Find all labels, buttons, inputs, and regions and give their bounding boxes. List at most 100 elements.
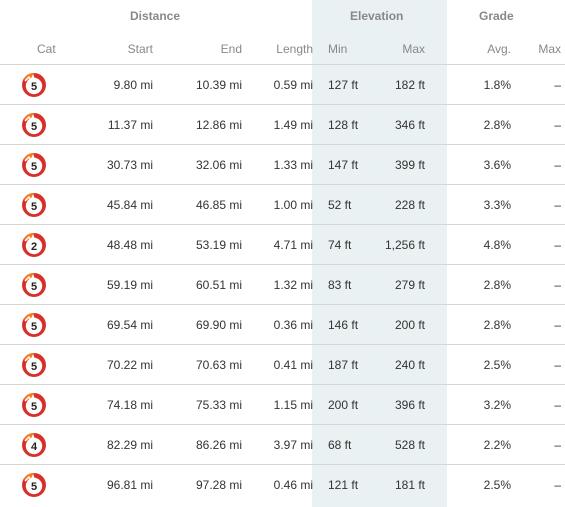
- grade-max-cell: –: [554, 77, 561, 92]
- elev-min-cell: 200 ft: [328, 397, 359, 412]
- table-body: 5 9.80 mi 10.39 mi 0.59 mi 127 ft 182 ft 1.8% –…: [0, 64, 565, 504]
- elev-min-cell: 121 ft: [328, 477, 359, 492]
- table-row[interactable]: 4 82.29 mi 86.26 mi 3.97 mi 68 ft 528 ft 2.2% –: [0, 424, 565, 464]
- elev-min-cell: 74 ft: [328, 237, 352, 252]
- length-cell: 3.97 mi: [273, 437, 313, 452]
- table-row[interactable]: 5 96.81 mi 97.28 mi 0.46 mi 121 ft 181 ft 2.5%…: [0, 464, 565, 504]
- end-cell: 32.06 mi: [195, 157, 242, 172]
- start-cell: 82.29 mi: [106, 437, 153, 452]
- climb-category-badge-icon: 5: [22, 472, 46, 497]
- table-row[interactable]: 5 9.80 mi 10.39 mi 0.59 mi 127 ft 182 ft 1.8% –: [0, 64, 565, 104]
- column-header-row: Cat Start End Length Min Max Avg. Max: [0, 33, 565, 64]
- length-cell: 1.49 mi: [273, 117, 313, 132]
- grade-avg-cell: 2.8%: [483, 317, 511, 332]
- start-cell: 59.19 mi: [106, 277, 153, 292]
- start-cell: 30.73 mi: [106, 157, 153, 172]
- elev-max-cell: 346 ft: [394, 117, 425, 132]
- col-start[interactable]: Start: [68, 42, 153, 56]
- table-row[interactable]: 5 30.73 mi 32.06 mi 1.33 mi 147 ft 399 ft 3.6%…: [0, 144, 565, 184]
- grade-avg-cell: 2.5%: [483, 357, 511, 372]
- grade-max-cell: –: [554, 117, 561, 132]
- climbs-table: Distance Elevation Grade Cat Start End L…: [0, 0, 565, 507]
- elev-min-cell: 68 ft: [328, 437, 352, 452]
- table-row[interactable]: 5 69.54 mi 69.90 mi 0.36 mi 146 ft 200 ft 2.8%…: [0, 304, 565, 344]
- col-end[interactable]: End: [153, 42, 242, 56]
- col-length[interactable]: Length: [242, 42, 313, 56]
- category-cell: 2: [0, 232, 68, 258]
- elev-min-cell: 147 ft: [328, 157, 359, 172]
- length-cell: 1.33 mi: [273, 157, 313, 172]
- length-cell: 1.00 mi: [273, 197, 313, 212]
- grade-max-cell: –: [554, 317, 561, 332]
- elev-max-cell: 228 ft: [394, 197, 425, 212]
- category-label: 5: [31, 161, 37, 173]
- length-cell: 0.46 mi: [273, 477, 313, 492]
- category-cell: 4: [0, 432, 68, 458]
- end-cell: 60.51 mi: [195, 277, 242, 292]
- grade-max-cell: –: [554, 477, 561, 492]
- climb-category-badge-icon: 5: [22, 312, 46, 337]
- table-row[interactable]: 5 59.19 mi 60.51 mi 1.32 mi 83 ft 279 ft 2.8% –: [0, 264, 565, 304]
- category-label: 4: [31, 441, 38, 453]
- category-cell: 5: [0, 312, 68, 338]
- table-row[interactable]: 5 11.37 mi 12.86 mi 1.49 mi 128 ft 346 ft 2.8%…: [0, 104, 565, 144]
- elev-min-cell: 146 ft: [328, 317, 359, 332]
- end-cell: 75.33 mi: [195, 397, 242, 412]
- elev-max-cell: 181 ft: [394, 477, 425, 492]
- elev-max-cell: 528 ft: [394, 437, 425, 452]
- climb-category-badge-icon: 5: [22, 272, 46, 297]
- group-header-row: Distance Elevation Grade: [0, 0, 565, 33]
- grade-max-cell: –: [554, 437, 561, 452]
- elev-max-cell: 399 ft: [394, 157, 425, 172]
- start-cell: 9.80 mi: [113, 77, 153, 92]
- grade-max-cell: –: [554, 157, 561, 172]
- category-label: 5: [31, 361, 37, 373]
- climb-category-badge-icon: 5: [22, 152, 46, 177]
- length-cell: 1.32 mi: [273, 277, 313, 292]
- category-label: 5: [31, 481, 37, 493]
- length-cell: 0.41 mi: [273, 357, 313, 372]
- end-cell: 69.90 mi: [195, 317, 242, 332]
- table-grid: Distance Elevation Grade Cat Start End L…: [0, 0, 565, 504]
- category-cell: 5: [0, 352, 68, 378]
- length-cell: 0.59 mi: [273, 77, 313, 92]
- category-label: 5: [31, 201, 37, 213]
- elev-max-cell: 396 ft: [394, 397, 425, 412]
- length-cell: 1.15 mi: [273, 397, 313, 412]
- climb-category-badge-icon: 5: [22, 352, 46, 377]
- col-cat[interactable]: Cat: [0, 42, 68, 56]
- grade-avg-cell: 2.8%: [483, 117, 511, 132]
- table-row[interactable]: 5 45.84 mi 46.85 mi 1.00 mi 52 ft 228 ft 3.3% –: [0, 184, 565, 224]
- table-row[interactable]: 5 70.22 mi 70.63 mi 0.41 mi 187 ft 240 ft 2.5%…: [0, 344, 565, 384]
- table-row[interactable]: 2 48.48 mi 53.19 mi 4.71 mi 74 ft 1,256 ft 4.8…: [0, 224, 565, 264]
- climb-category-badge-icon: 5: [22, 392, 46, 417]
- grade-avg-cell: 2.8%: [483, 277, 511, 292]
- climb-category-badge-icon: 2: [22, 232, 46, 257]
- elev-max-cell: 240 ft: [394, 357, 425, 372]
- start-cell: 45.84 mi: [106, 197, 153, 212]
- col-grade-max[interactable]: Max: [511, 42, 561, 56]
- climb-category-badge-icon: 4: [22, 432, 46, 457]
- group-grade: Grade: [479, 9, 514, 23]
- category-label: 5: [31, 81, 37, 93]
- col-elev-min[interactable]: Min: [313, 42, 372, 56]
- col-grade-avg[interactable]: Avg.: [425, 42, 511, 56]
- category-cell: 5: [0, 192, 68, 218]
- grade-avg-cell: 3.3%: [483, 197, 511, 212]
- elev-min-cell: 83 ft: [328, 277, 352, 292]
- end-cell: 10.39 mi: [195, 77, 242, 92]
- category-cell: 5: [0, 112, 68, 138]
- climb-category-badge-icon: 5: [22, 112, 46, 137]
- start-cell: 69.54 mi: [106, 317, 153, 332]
- elev-min-cell: 52 ft: [328, 197, 352, 212]
- end-cell: 12.86 mi: [195, 117, 242, 132]
- table-row[interactable]: 5 74.18 mi 75.33 mi 1.15 mi 200 ft 396 ft 3.2%…: [0, 384, 565, 424]
- end-cell: 97.28 mi: [195, 477, 242, 492]
- climb-category-badge-icon: 5: [22, 72, 46, 97]
- category-cell: 5: [0, 472, 68, 498]
- col-elev-max[interactable]: Max: [372, 42, 425, 56]
- grade-max-cell: –: [554, 197, 561, 212]
- end-cell: 46.85 mi: [195, 197, 242, 212]
- grade-avg-cell: 2.2%: [483, 437, 511, 452]
- end-cell: 86.26 mi: [195, 437, 242, 452]
